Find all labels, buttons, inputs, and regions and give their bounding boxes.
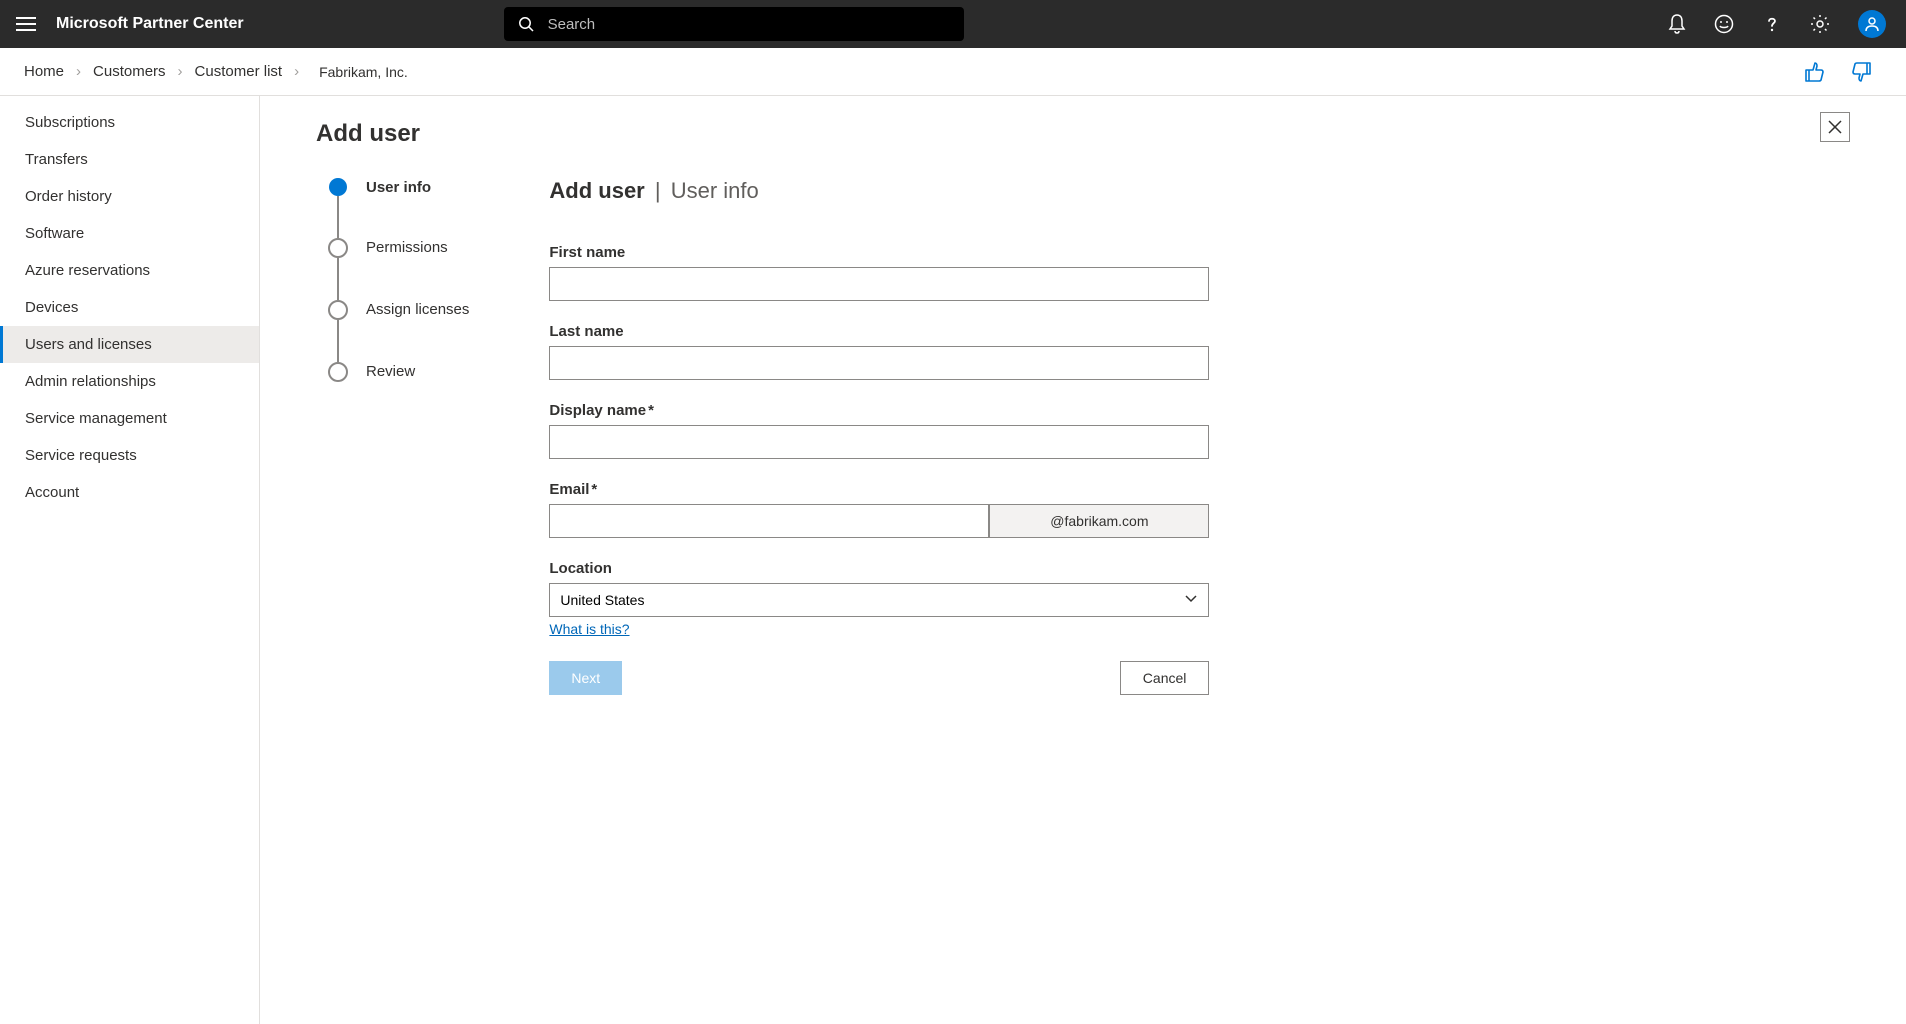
notifications-icon[interactable]	[1668, 14, 1686, 34]
step-circle-icon	[328, 300, 348, 320]
step-circle-icon	[328, 362, 348, 382]
sidebar-item-label: Order history	[25, 188, 112, 205]
sidebar-item-label: Subscriptions	[25, 114, 115, 131]
location-select-value[interactable]	[549, 583, 1209, 617]
sidebar-item-transfers[interactable]: Transfers	[0, 141, 259, 178]
form-title-separator: |	[655, 178, 661, 203]
form-title: Add user | User info	[549, 178, 1209, 204]
location-select[interactable]	[549, 583, 1209, 617]
step-connector	[337, 196, 339, 238]
sidebar-item-azure-reservations[interactable]: Azure reservations	[0, 252, 259, 289]
sidebar-item-software[interactable]: Software	[0, 215, 259, 252]
sidebar-item-label: Admin relationships	[25, 373, 156, 390]
settings-gear-icon[interactable]	[1810, 14, 1830, 34]
breadcrumb-home[interactable]: Home	[24, 63, 64, 80]
location-label: Location	[549, 560, 1209, 577]
header-icons	[1668, 10, 1886, 38]
sidebar-item-label: Service requests	[25, 447, 137, 464]
sidebar-item-label: Devices	[25, 299, 78, 316]
chevron-right-icon: ›	[294, 63, 299, 80]
breadcrumb-row: Home › Customers › Customer list › Fabri…	[0, 48, 1906, 96]
step-permissions[interactable]: Permissions	[326, 238, 469, 300]
close-icon	[1828, 120, 1842, 134]
step-label: Permissions	[366, 238, 448, 258]
first-name-label: First name	[549, 244, 1209, 261]
step-review[interactable]: Review	[326, 362, 469, 382]
thumbs-up-icon[interactable]	[1802, 60, 1826, 84]
sidebar-item-service-requests[interactable]: Service requests	[0, 437, 259, 474]
breadcrumb-customers[interactable]: Customers	[93, 63, 166, 80]
sidebar-item-label: Service management	[25, 410, 167, 427]
form-title-main: Add user	[549, 178, 644, 203]
sidebar-item-service-management[interactable]: Service management	[0, 400, 259, 437]
sidebar: Subscriptions Transfers Order history So…	[0, 96, 260, 1024]
search-wrap	[504, 7, 964, 41]
display-name-label: Display name*	[549, 402, 1209, 419]
display-name-label-text: Display name	[549, 402, 646, 419]
sidebar-item-order-history[interactable]: Order history	[0, 178, 259, 215]
chevron-right-icon: ›	[76, 63, 81, 80]
sidebar-item-label: Users and licenses	[25, 336, 152, 353]
cancel-button[interactable]: Cancel	[1120, 661, 1210, 695]
first-name-input[interactable]	[549, 267, 1209, 301]
help-icon[interactable]	[1762, 14, 1782, 34]
brand-title: Microsoft Partner Center	[56, 15, 244, 33]
sidebar-item-account[interactable]: Account	[0, 474, 259, 511]
sidebar-item-label: Account	[25, 484, 79, 501]
step-label: User info	[366, 178, 431, 198]
step-assign-licenses[interactable]: Assign licenses	[326, 300, 469, 362]
field-last-name: Last name	[549, 323, 1209, 380]
breadcrumb-current: Fabrikam, Inc.	[319, 64, 408, 80]
step-circle-icon	[329, 178, 347, 196]
page-title: Add user	[316, 120, 1850, 148]
search-input[interactable]	[548, 16, 950, 33]
feedback-controls	[1802, 60, 1874, 84]
button-row: Next Cancel	[549, 661, 1209, 695]
email-label-text: Email	[549, 481, 589, 498]
top-header: Microsoft Partner Center	[0, 0, 1906, 48]
field-first-name: First name	[549, 244, 1209, 301]
last-name-input[interactable]	[549, 346, 1209, 380]
thumbs-down-icon[interactable]	[1850, 60, 1874, 84]
step-label: Assign licenses	[366, 300, 469, 320]
field-location: Location What is this?	[549, 560, 1209, 639]
breadcrumb: Home › Customers › Customer list › Fabri…	[24, 63, 408, 80]
sidebar-item-users-and-licenses[interactable]: Users and licenses	[0, 326, 259, 363]
feedback-smiley-icon[interactable]	[1714, 14, 1734, 34]
field-display-name: Display name*	[549, 402, 1209, 459]
email-label: Email*	[549, 481, 1209, 498]
email-input[interactable]	[549, 504, 989, 538]
step-label: Review	[366, 362, 415, 382]
form-panel: Add user | User info First name Last nam…	[549, 178, 1209, 695]
sidebar-item-admin-relationships[interactable]: Admin relationships	[0, 363, 259, 400]
chevron-right-icon: ›	[178, 63, 183, 80]
last-name-label: Last name	[549, 323, 1209, 340]
close-button[interactable]	[1820, 112, 1850, 142]
step-connector	[337, 320, 339, 362]
wizard-stepper: User info Permissions Assign licenses	[326, 178, 469, 695]
step-user-info[interactable]: User info	[326, 178, 469, 238]
breadcrumb-customer-list[interactable]: Customer list	[195, 63, 283, 80]
form-title-sub: User info	[671, 178, 759, 203]
email-domain-suffix: @fabrikam.com	[989, 504, 1209, 538]
main-content: Add user User info Permissions	[260, 96, 1906, 1024]
sidebar-item-label: Azure reservations	[25, 262, 150, 279]
step-connector	[337, 258, 339, 300]
sidebar-item-subscriptions[interactable]: Subscriptions	[0, 104, 259, 141]
hamburger-menu-icon[interactable]	[16, 17, 36, 31]
sidebar-item-label: Transfers	[25, 151, 88, 168]
what-is-this-link[interactable]: What is this?	[549, 621, 629, 637]
content-row: User info Permissions Assign licenses	[316, 178, 1850, 695]
main-layout: Subscriptions Transfers Order history So…	[0, 96, 1906, 1024]
next-button[interactable]: Next	[549, 661, 622, 695]
search-icon	[518, 16, 534, 32]
avatar[interactable]	[1858, 10, 1886, 38]
search-box[interactable]	[504, 7, 964, 41]
step-circle-icon	[328, 238, 348, 258]
display-name-input[interactable]	[549, 425, 1209, 459]
sidebar-item-devices[interactable]: Devices	[0, 289, 259, 326]
field-email: Email* @fabrikam.com	[549, 481, 1209, 538]
sidebar-item-label: Software	[25, 225, 84, 242]
